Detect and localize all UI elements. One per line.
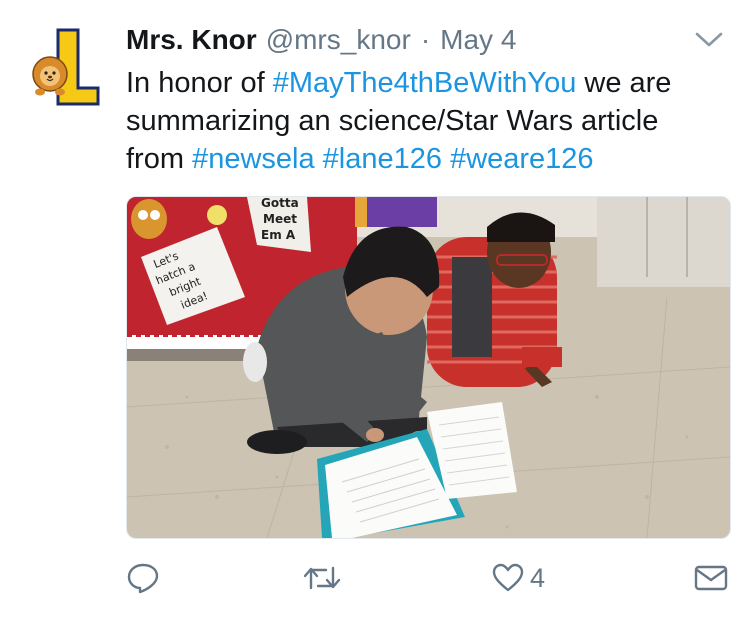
envelope-icon (694, 565, 728, 591)
lion-letter-l-logo-icon (32, 28, 100, 106)
tweet-card[interactable]: Mrs. Knor @mrs_knor · May 4 In honor of … (0, 0, 750, 621)
tweet-content: Mrs. Knor @mrs_knor · May 4 In honor of … (126, 18, 730, 178)
hashtag-link[interactable]: #MayThe4thBeWithYou (273, 67, 577, 99)
author-display-name[interactable]: Mrs. Knor (126, 24, 257, 56)
retweet-button[interactable] (302, 560, 342, 596)
hashtag-link[interactable]: #weare126 (450, 143, 594, 175)
heart-icon (492, 563, 524, 592)
hashtag-link[interactable]: #newsela (192, 143, 315, 175)
tweet-text: In honor of #MayThe4thBeWithYou we are s… (126, 64, 716, 178)
tweet-actions: 4 (126, 560, 736, 600)
poster-text-line: Em A (261, 228, 296, 242)
tweet-timestamp[interactable]: May 4 (440, 24, 516, 56)
comment-icon (127, 563, 159, 594)
header-separator: · (420, 24, 431, 55)
poster-text-line: Gotta (261, 197, 299, 210)
reply-button[interactable] (126, 560, 160, 596)
poster-text-line: Meet (263, 212, 297, 226)
more-options-chevron-icon[interactable] (694, 30, 724, 50)
direct-message-button[interactable] (694, 560, 728, 596)
tweet-photo[interactable]: Let's hatch a bright idea! Gotta Meet Em… (126, 196, 731, 539)
author-avatar[interactable] (28, 26, 104, 108)
tweet-text-space (442, 143, 450, 175)
like-button[interactable]: 4 (492, 560, 545, 596)
tweet-text-space (315, 143, 323, 175)
author-handle[interactable]: @mrs_knor (266, 24, 411, 56)
tweet-header: Mrs. Knor @mrs_knor · May 4 (126, 18, 730, 62)
hashtag-link[interactable]: #lane126 (323, 143, 442, 175)
tweet-text-part: In honor of (126, 67, 273, 99)
retweet-icon (303, 566, 341, 590)
like-count: 4 (530, 562, 546, 593)
